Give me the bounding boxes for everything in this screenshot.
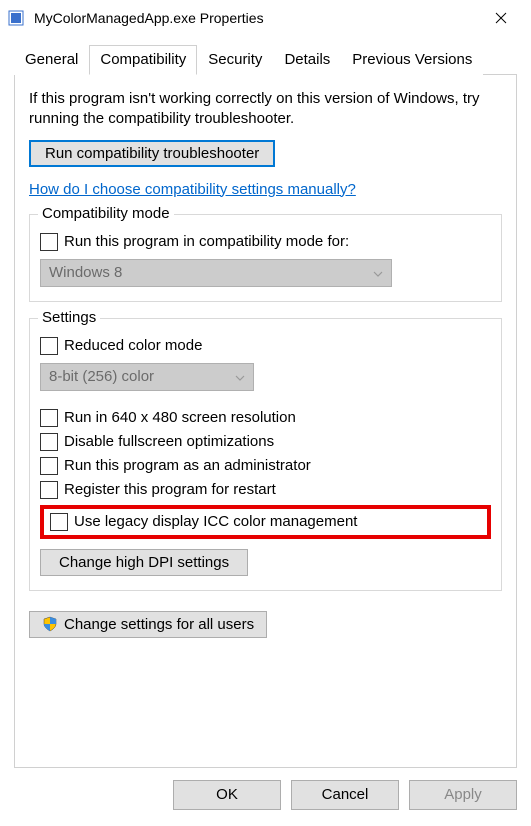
legacy-icc-checkbox[interactable]	[50, 513, 68, 531]
compat-mode-select[interactable]: Windows 8	[40, 259, 392, 287]
color-mode-select-value: 8-bit (256) color	[49, 368, 154, 385]
tab-compatibility[interactable]: Compatibility	[89, 45, 197, 75]
legacy-icc-label: Use legacy display ICC color management	[74, 513, 357, 530]
register-restart-checkbox[interactable]	[40, 481, 58, 499]
reduced-color-label: Reduced color mode	[64, 337, 202, 354]
window-title: MyColorManagedApp.exe Properties	[34, 10, 479, 26]
help-link[interactable]: How do I choose compatibility settings m…	[29, 181, 356, 198]
app-icon	[8, 10, 24, 26]
run-as-admin-label: Run this program as an administrator	[64, 457, 311, 474]
compat-mode-select-value: Windows 8	[49, 264, 122, 281]
settings-legend: Settings	[38, 309, 100, 326]
run-troubleshooter-button[interactable]: Run compatibility troubleshooter	[29, 140, 275, 167]
register-restart-label: Register this program for restart	[64, 481, 276, 498]
compatibility-mode-group: Compatibility mode Run this program in c…	[29, 214, 502, 302]
compatibility-panel: If this program isn't working correctly …	[14, 75, 517, 768]
dialog-footer: OK Cancel Apply	[0, 768, 531, 822]
apply-button[interactable]: Apply	[409, 780, 517, 810]
tab-security[interactable]: Security	[197, 45, 273, 75]
tab-previous-versions[interactable]: Previous Versions	[341, 45, 483, 75]
color-mode-select[interactable]: 8-bit (256) color	[40, 363, 254, 391]
all-users-label: Change settings for all users	[64, 616, 254, 633]
tabs-container: General Compatibility Security Details P…	[0, 36, 531, 75]
tab-general[interactable]: General	[14, 45, 89, 75]
run-as-admin-checkbox[interactable]	[40, 457, 58, 475]
cancel-button[interactable]: Cancel	[291, 780, 399, 810]
change-settings-all-users-button[interactable]: Change settings for all users	[29, 611, 267, 638]
ok-button[interactable]: OK	[173, 780, 281, 810]
titlebar: MyColorManagedApp.exe Properties	[0, 0, 531, 36]
tab-strip: General Compatibility Security Details P…	[14, 44, 517, 75]
chevron-down-icon	[235, 368, 245, 385]
disable-fullscreen-checkbox[interactable]	[40, 433, 58, 451]
settings-group: Settings Reduced color mode 8-bit (256) …	[29, 318, 502, 591]
disable-fullscreen-label: Disable fullscreen optimizations	[64, 433, 274, 450]
compat-mode-checkbox[interactable]	[40, 233, 58, 251]
intro-text: If this program isn't working correctly …	[29, 89, 502, 130]
close-button[interactable]	[479, 2, 523, 34]
legacy-icc-highlight: Use legacy display ICC color management	[40, 505, 491, 539]
reduced-color-checkbox[interactable]	[40, 337, 58, 355]
shield-icon	[42, 616, 58, 632]
chevron-down-icon	[373, 264, 383, 281]
compat-mode-label: Run this program in compatibility mode f…	[64, 233, 349, 250]
change-dpi-button[interactable]: Change high DPI settings	[40, 549, 248, 576]
compat-mode-legend: Compatibility mode	[38, 205, 174, 222]
close-icon	[495, 12, 507, 24]
tab-details[interactable]: Details	[273, 45, 341, 75]
run-640x480-checkbox[interactable]	[40, 409, 58, 427]
run-640x480-label: Run in 640 x 480 screen resolution	[64, 409, 296, 426]
